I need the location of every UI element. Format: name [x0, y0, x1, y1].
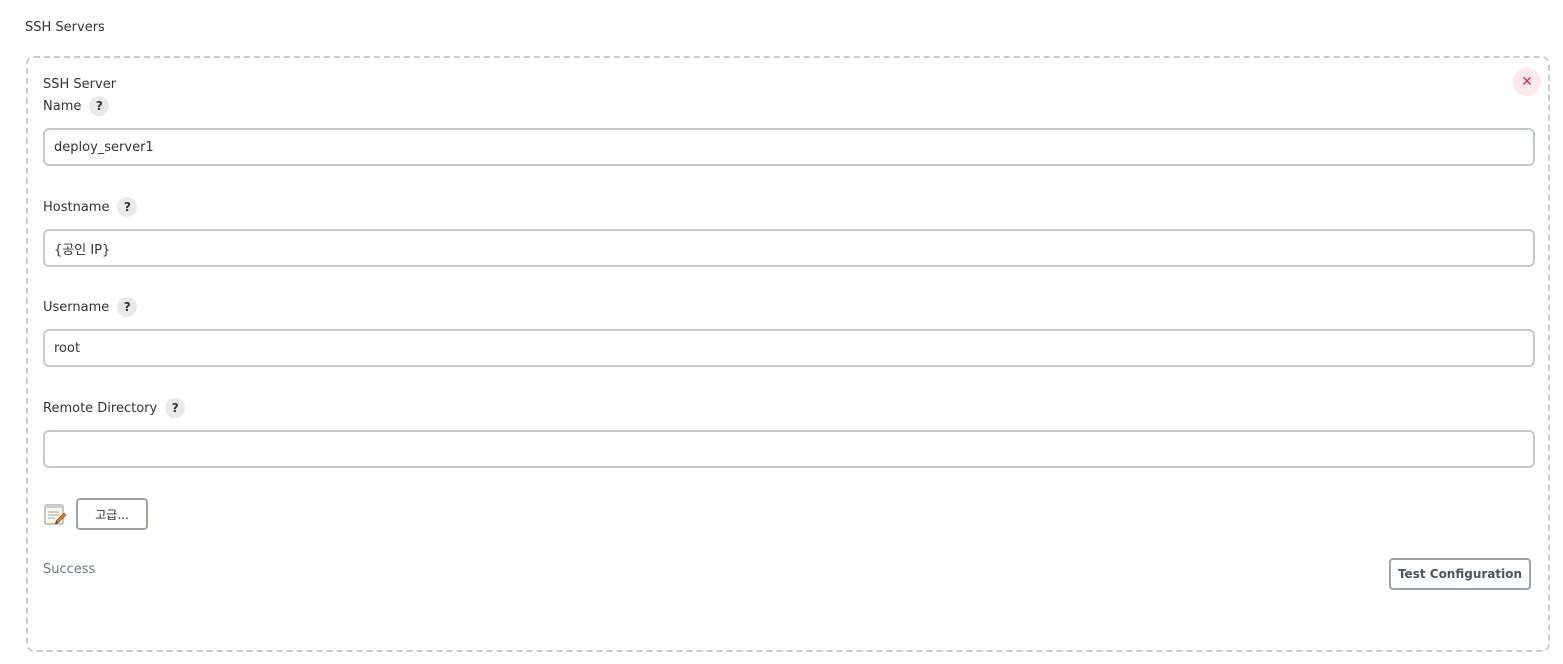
username-label-row: Username ? [43, 297, 138, 317]
remote-directory-input[interactable] [43, 430, 1535, 468]
name-input[interactable] [43, 128, 1535, 166]
remote-directory-label: Remote Directory [43, 400, 158, 416]
section-title: SSH Servers [25, 20, 105, 35]
delete-server-button[interactable]: ✕ [1513, 68, 1541, 96]
remote-directory-label-row: Remote Directory ? [43, 398, 186, 418]
name-label-row: Name ? [43, 96, 110, 116]
advanced-button[interactable]: 고급... [76, 498, 148, 530]
username-label: Username [43, 299, 110, 315]
test-configuration-button[interactable]: Test Configuration [1389, 558, 1531, 590]
username-input[interactable] [43, 329, 1535, 367]
hostname-help-icon[interactable]: ? [117, 197, 138, 217]
username-help-icon[interactable]: ? [117, 297, 138, 317]
hostname-input[interactable] [43, 229, 1535, 267]
remote-directory-help-icon[interactable]: ? [165, 398, 186, 418]
name-help-icon[interactable]: ? [89, 96, 110, 116]
close-icon: ✕ [1521, 74, 1533, 90]
name-label: Name [43, 98, 82, 114]
status-text: Success [43, 562, 96, 577]
hostname-label: Hostname [43, 199, 110, 215]
panel-title: SSH Server [43, 77, 117, 92]
notepad-icon [44, 504, 67, 525]
ssh-server-panel: SSH Server ✕ Name ? Hostname ? Username … [26, 56, 1550, 652]
hostname-label-row: Hostname ? [43, 197, 138, 217]
